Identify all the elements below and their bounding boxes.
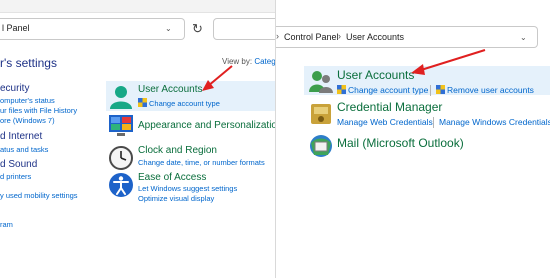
- ease-of-access-icon: [109, 173, 133, 197]
- link-optimize-visual-display[interactable]: Optimize visual display: [138, 194, 214, 203]
- link-mobility-settings[interactable]: y used mobility settings: [0, 191, 78, 200]
- category-system-security[interactable]: ecurity: [0, 83, 29, 94]
- breadcrumb-separator-icon: ›: [276, 31, 279, 41]
- item-title[interactable]: Credential Manager: [337, 100, 442, 114]
- link-label: Change account type: [348, 85, 429, 95]
- link-change-date-time[interactable]: Change date, time, or number formats: [138, 158, 265, 167]
- link-separator: [430, 85, 431, 96]
- clock-icon: [109, 146, 133, 170]
- breadcrumb-separator-icon: ›: [338, 31, 341, 41]
- chevron-down-icon[interactable]: ⌄: [520, 33, 527, 42]
- uac-shield-icon: [138, 98, 147, 107]
- link-devices-printers[interactable]: d printers: [0, 172, 31, 181]
- link-uninstall-program[interactable]: ram: [0, 220, 13, 229]
- category-title[interactable]: Appearance and Personalization: [138, 120, 276, 131]
- link-remove-user-accounts[interactable]: Remove user accounts: [436, 85, 534, 95]
- link-separator: [433, 117, 434, 128]
- category-hardware-sound[interactable]: d Sound: [0, 159, 37, 170]
- left-control-panel-window: l Panel ⌄ ↻ r's settings View by: Categ …: [0, 0, 276, 278]
- item-title[interactable]: Mail (Microsoft Outlook): [337, 136, 464, 150]
- view-by-value[interactable]: Categ: [254, 57, 275, 66]
- page-heading: r's settings: [0, 56, 57, 70]
- breadcrumb-control-panel[interactable]: Control Panel: [284, 32, 339, 42]
- search-box[interactable]: [213, 18, 276, 40]
- link-manage-web-credentials[interactable]: Manage Web Credentials: [337, 117, 433, 127]
- link-file-history[interactable]: ur files with File History: [0, 106, 77, 115]
- red-arrow-annotation: [411, 49, 486, 75]
- mail-icon: [310, 135, 332, 157]
- uac-shield-icon: [337, 85, 346, 94]
- chevron-down-icon[interactable]: ⌄: [165, 24, 172, 33]
- credential-manager-icon: [311, 104, 331, 124]
- link-label: Change account type: [149, 99, 220, 108]
- link-label: Remove user accounts: [447, 85, 534, 95]
- category-title[interactable]: Ease of Access: [138, 172, 206, 183]
- address-bar[interactable]: l Panel ⌄: [0, 18, 185, 40]
- link-change-account-type[interactable]: Change account type: [138, 98, 220, 108]
- link-manage-windows-credentials[interactable]: Manage Windows Credentials: [439, 117, 550, 127]
- right-control-panel-window: › Control Panel › User Accounts ⌄ User A…: [276, 0, 550, 278]
- link-backup-restore[interactable]: ore (Windows 7): [0, 116, 55, 125]
- address-text: l Panel: [2, 23, 30, 33]
- category-title[interactable]: Clock and Region: [138, 145, 217, 156]
- category-network-internet[interactable]: d Internet: [0, 131, 42, 142]
- appearance-icon: [109, 115, 133, 136]
- red-arrow-annotation: [202, 65, 233, 91]
- link-computer-status[interactable]: omputer's status: [0, 96, 55, 105]
- link-windows-suggest-settings[interactable]: Let Windows suggest settings: [138, 184, 237, 193]
- link-change-account-type[interactable]: Change account type: [337, 85, 428, 95]
- refresh-icon[interactable]: ↻: [192, 21, 203, 37]
- title-bar: [0, 0, 276, 13]
- user-accounts-icon: [309, 71, 333, 93]
- link-network-status[interactable]: atus and tasks: [0, 145, 48, 154]
- uac-shield-icon: [436, 85, 445, 94]
- user-accounts-icon: [110, 86, 132, 109]
- breadcrumb-user-accounts[interactable]: User Accounts: [346, 32, 404, 42]
